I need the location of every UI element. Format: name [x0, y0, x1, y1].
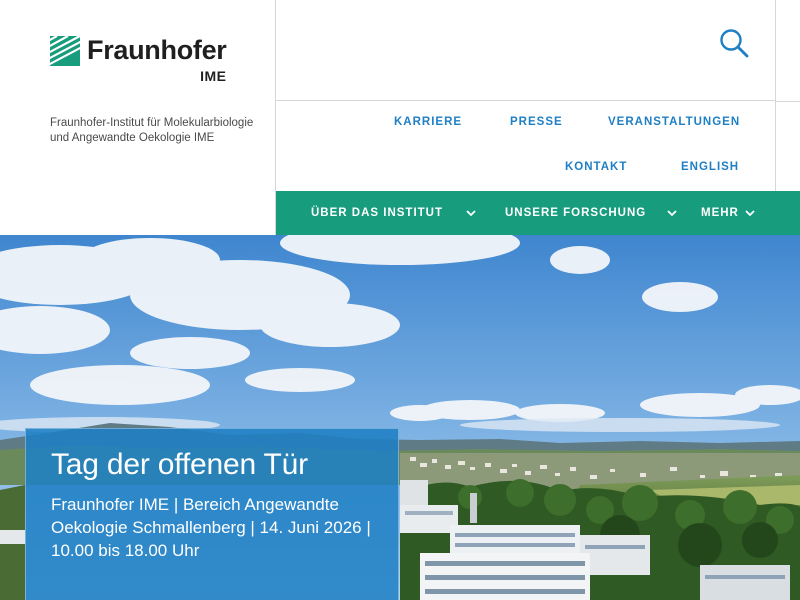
meta-link-english[interactable]: ENGLISH: [681, 161, 739, 173]
meta-link-kontakt[interactable]: KONTAKT: [565, 161, 627, 173]
nav-item-unsere-forschung[interactable]: UNSERE FORSCHUNG: [505, 191, 646, 235]
brand-area: Fraunhofer IME Fraunhofer-Institut für M…: [0, 0, 275, 235]
hero-banner: Tag der offenen Tür Fraunhofer IME | Ber…: [0, 235, 800, 600]
meta-link-presse[interactable]: PRESSE: [510, 116, 563, 128]
nav-item-mehr[interactable]: MEHR: [701, 191, 739, 235]
chevron-down-icon[interactable]: [666, 207, 678, 219]
divider: [776, 101, 800, 102]
logo-name: Fraunhofer: [87, 35, 227, 65]
nav-item-ueber-das-institut[interactable]: ÜBER DAS INSTITUT: [311, 191, 443, 235]
meta-link-karriere[interactable]: KARRIERE: [394, 116, 462, 128]
header-navigation: KARRIERE PRESSE VERANSTALTUNGEN KONTAKT …: [275, 0, 800, 235]
chevron-down-icon[interactable]: [465, 207, 477, 219]
meta-link-veranstaltungen[interactable]: VERANSTALTUNGEN: [608, 116, 740, 128]
search-button[interactable]: [717, 26, 751, 60]
fraunhofer-logo-icon: [50, 36, 80, 66]
logo-wordmark: Fraunhofer IME: [87, 35, 227, 84]
search-row: [276, 0, 776, 101]
institute-name: Fraunhofer-Institut für Molekularbio­log…: [50, 117, 254, 144]
event-teaser[interactable]: Tag der offenen Tür Fraunhofer IME | Ber…: [25, 428, 399, 600]
teaser-title: Tag der offenen Tür: [51, 448, 308, 481]
divider: [775, 101, 776, 191]
search-icon: [720, 29, 749, 58]
teaser-text: Fraunhofer IME | Bereich Angewandte Oeko…: [51, 495, 371, 560]
fraunhofer-logo[interactable]: Fraunhofer IME: [50, 35, 227, 84]
main-navigation: ÜBER DAS INSTITUT UNSERE FORSCHUNG MEHR: [276, 191, 800, 235]
logo-sub: IME: [200, 68, 227, 84]
chevron-down-icon[interactable]: [744, 207, 756, 219]
